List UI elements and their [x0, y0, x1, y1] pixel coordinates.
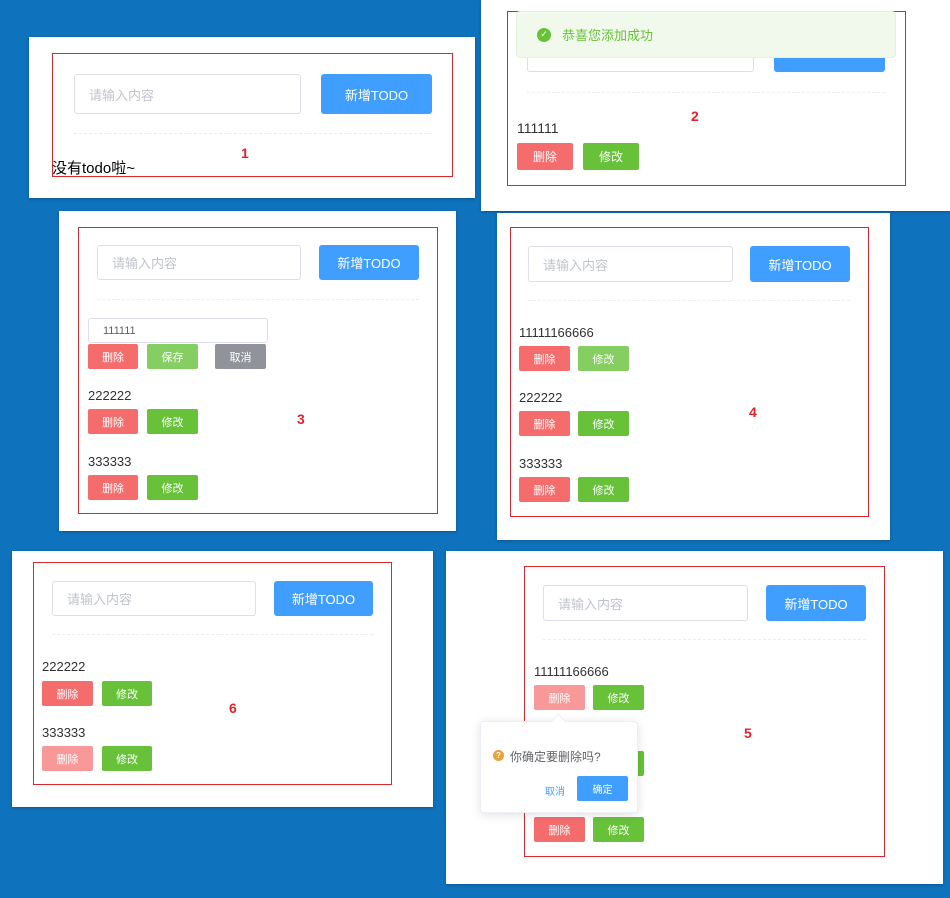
todo-input[interactable]: 请输入内容 — [52, 581, 256, 616]
add-todo-button[interactable]: 新增TODO — [750, 246, 850, 282]
divider — [52, 634, 373, 635]
delete-button[interactable]: 删除 — [42, 681, 93, 706]
popconfirm-message: 你确定要删除吗? — [510, 750, 601, 764]
panel-number: 3 — [297, 411, 305, 427]
edit-button[interactable]: 修改 — [147, 475, 198, 500]
add-todo-button[interactable]: 新增TODO — [766, 585, 866, 621]
add-todo-button[interactable]: 新增TODO — [321, 74, 432, 114]
delete-button[interactable]: 删除 — [42, 746, 93, 771]
delete-button[interactable]: 删除 — [519, 346, 570, 371]
todo-input[interactable]: 请输入内容 — [74, 74, 301, 114]
todo-input[interactable]: 请输入内容 — [528, 246, 733, 282]
edit-todo-input[interactable]: 111111 — [88, 318, 268, 343]
edit-button[interactable]: 修改 — [578, 411, 629, 436]
empty-message: 没有todo啦~ — [52, 160, 135, 177]
delete-button[interactable]: 删除 — [88, 409, 138, 434]
edit-button[interactable]: 修改 — [593, 685, 644, 710]
edit-button[interactable]: 修改 — [578, 346, 629, 371]
delete-button[interactable]: 删除 — [519, 411, 570, 436]
todo-text: 222222 — [519, 390, 563, 405]
delete-button[interactable]: 删除 — [534, 685, 585, 710]
edit-button[interactable]: 修改 — [147, 409, 198, 434]
divider — [74, 133, 432, 134]
panel-number: 6 — [229, 700, 237, 716]
delete-button[interactable]: 删除 — [88, 344, 138, 369]
todo-input[interactable]: 请输入内容 — [543, 585, 748, 621]
panel-4: 请输入内容 新增TODO 11111166666 删除 修改 222222 删除… — [497, 213, 890, 540]
delete-button[interactable]: 删除 — [88, 475, 138, 500]
todo-input[interactable]: 请输入内容 — [97, 245, 301, 280]
panel-3: 请输入内容 新增TODO 111111 删除 保存 取消 222222 删除 修… — [59, 211, 456, 531]
panel-number: 1 — [241, 145, 249, 161]
popconfirm-cancel-button[interactable]: 取消 — [545, 783, 565, 798]
panel-2: ✓ 恭喜您添加成功 111111 删除 修改 2 — [481, 0, 950, 211]
delete-button[interactable]: 删除 — [519, 477, 570, 502]
question-circle-icon: ? — [493, 750, 504, 761]
success-toast: ✓ 恭喜您添加成功 — [516, 11, 896, 58]
edit-button[interactable]: 修改 — [593, 817, 644, 842]
edit-button[interactable]: 修改 — [578, 477, 629, 502]
save-button[interactable]: 保存 — [147, 344, 198, 369]
cancel-button[interactable]: 取消 — [215, 344, 266, 369]
divider — [543, 639, 866, 640]
edit-button[interactable]: 修改 — [102, 681, 152, 706]
delete-popconfirm: ? 你确定要删除吗? 取消 确定 — [480, 713, 638, 813]
todo-text: 111111 — [517, 120, 559, 136]
delete-button[interactable]: 删除 — [517, 143, 573, 170]
check-circle-icon: ✓ — [537, 27, 551, 42]
delete-button[interactable]: 删除 — [534, 817, 585, 842]
panel-number: 5 — [744, 725, 752, 741]
divider — [528, 300, 850, 301]
todo-text: 11111166666 — [534, 664, 609, 679]
panel-5: 请输入内容 新增TODO 11111166666 删除 修改 5 删除 修改 ?… — [446, 551, 943, 884]
panel-6: 请输入内容 新增TODO 222222 删除 修改 6 333333 删除 修改 — [12, 551, 433, 807]
add-todo-button[interactable]: 新增TODO — [274, 581, 373, 616]
todo-text: 333333 — [519, 456, 563, 471]
panel-1: 请输入内容 新增TODO 1 没有todo啦~ — [29, 37, 475, 198]
edit-button[interactable]: 修改 — [583, 143, 639, 170]
popconfirm-confirm-button[interactable]: 确定 — [577, 776, 628, 801]
toast-message: 恭喜您添加成功 — [562, 28, 654, 43]
edit-button[interactable]: 修改 — [102, 746, 152, 771]
todo-text: 333333 — [88, 454, 132, 469]
add-todo-button[interactable]: 新增TODO — [319, 245, 419, 280]
todo-text: 333333 — [42, 725, 86, 740]
panel-number: 2 — [691, 108, 699, 124]
todo-text: 11111166666 — [519, 325, 594, 340]
panel-number: 4 — [749, 404, 757, 420]
todo-text: 222222 — [42, 659, 86, 674]
divider — [97, 299, 419, 300]
todo-text: 222222 — [88, 388, 132, 403]
divider — [527, 92, 885, 93]
